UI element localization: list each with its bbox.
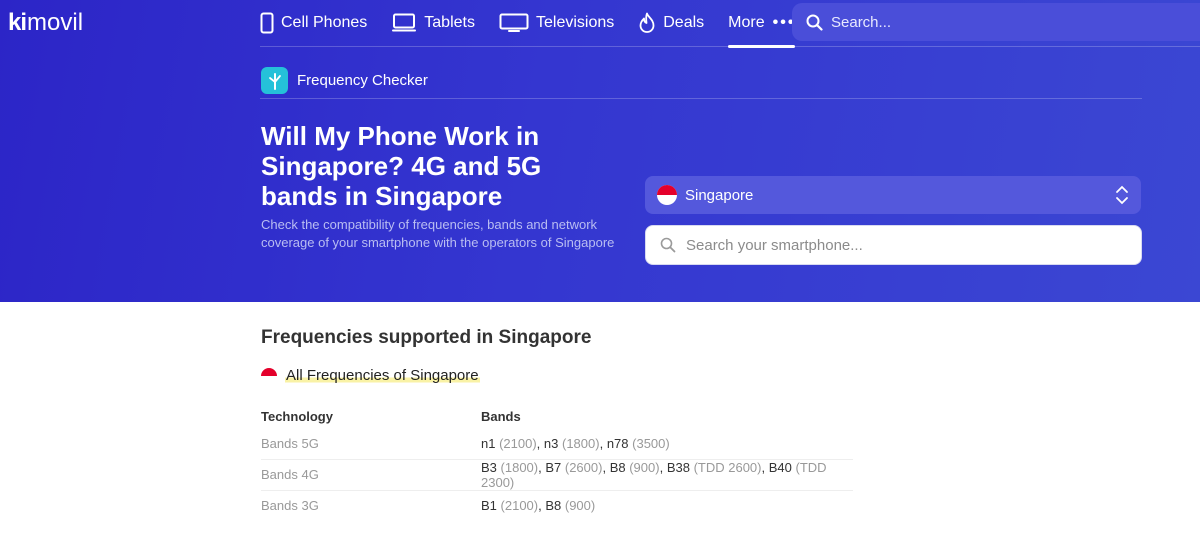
section-label: Frequency Checker <box>297 72 428 89</box>
search-icon <box>660 237 676 253</box>
logo-text: movil <box>27 9 84 36</box>
nav-item-label: Tablets <box>424 14 475 31</box>
tv-icon <box>499 13 529 32</box>
nav-item-label: More <box>728 14 765 31</box>
band-name: B7 <box>545 459 562 475</box>
frequencies-title: Frequencies supported in Singapore <box>261 327 592 348</box>
main-nav: Cell Phones Tablets Televisions Deals Mo… <box>260 0 796 48</box>
chevron-up-down-icon <box>1116 185 1128 205</box>
singapore-flag-icon <box>657 185 677 205</box>
hero-banner: ki movil Cell Phones Tablets Televisions… <box>0 0 1200 302</box>
technology-cell: Bands 3G <box>261 497 319 513</box>
kimovil-logo[interactable]: ki movil <box>8 8 83 38</box>
logo-mark: ki <box>8 9 27 36</box>
all-frequencies-label: All Frequencies of Singapore <box>285 367 480 384</box>
nav-item-more[interactable]: More ••• <box>728 0 796 48</box>
nav-item-televisions[interactable]: Televisions <box>499 0 614 46</box>
band-name: n1 <box>481 436 496 452</box>
smartphone-search[interactable] <box>645 225 1142 265</box>
band-name: B8 <box>545 497 562 513</box>
nav-item-label: Cell Phones <box>281 14 368 31</box>
nav-item-deals[interactable]: Deals <box>638 0 704 46</box>
band-frequency: (2100) <box>499 436 537 452</box>
nav-item-tablets[interactable]: Tablets <box>391 0 475 46</box>
band-name: B1 <box>481 497 497 513</box>
search-icon <box>806 14 823 31</box>
technology-cell: Bands 4G <box>261 459 481 491</box>
band-frequency: (TDD 2600) <box>693 459 762 475</box>
all-frequencies-link[interactable]: All Frequencies of Singapore <box>261 367 480 384</box>
band-frequency: (900) <box>564 497 596 513</box>
bands-cell: B1 (2100), B8 (900) <box>481 497 596 513</box>
flame-icon <box>639 12 655 33</box>
column-header-technology: Technology <box>261 409 333 424</box>
nav-item-label: Televisions <box>535 14 615 31</box>
selected-country: Singapore <box>685 186 754 204</box>
column-header-bands: Bands <box>481 409 521 424</box>
band-frequency: (2100) <box>500 497 539 513</box>
band-frequency: (2600) <box>564 459 603 475</box>
section-divider <box>260 98 1142 99</box>
band-frequency: (1800) <box>562 436 600 452</box>
page-title: Will My Phone Work in Singapore? 4G and … <box>261 121 542 211</box>
phone-icon <box>260 12 274 34</box>
band-frequency: (900) <box>629 459 660 475</box>
frequency-table: Technology Bands Bands 5G n1 (2100), n3 (… <box>261 407 853 520</box>
section-header: Frequency Checker <box>261 67 428 94</box>
smartphone-search-input[interactable] <box>686 236 1106 254</box>
band-frequency: (1800) <box>500 459 539 475</box>
bands-cell: n1 (2100), n3 (1800), n78 (3500) <box>481 429 853 460</box>
band-name: n3 <box>543 436 559 452</box>
technology-cell: Bands 5G <box>261 429 481 460</box>
table-row: Bands 3G B1 (2100), B8 (900) <box>261 490 853 520</box>
page-description: Check the compatibility of frequencies, … <box>261 217 615 250</box>
table-header-row: Technology Bands <box>261 407 853 429</box>
table-row: Bands 4G B3 (1800), B7 (2600), B8 (900), … <box>261 459 853 491</box>
nav-item-cell-phones[interactable]: Cell Phones <box>260 0 367 46</box>
singapore-flag-icon <box>261 367 277 384</box>
country-select[interactable]: Singapore <box>645 176 1141 214</box>
nav-divider <box>260 46 1200 47</box>
band-name: n78 <box>606 436 629 452</box>
frequency-checker-icon <box>261 67 288 94</box>
global-search[interactable] <box>792 3 1200 41</box>
nav-item-label: Deals <box>663 14 705 31</box>
global-search-input[interactable] <box>831 13 1171 31</box>
bands-cell: B3 (1800), B7 (2600), B8 (900), B38 (TDD… <box>481 459 853 491</box>
band-name: B8 <box>609 459 626 475</box>
band-name: B40 <box>768 459 792 475</box>
band-frequency: (3500) <box>632 436 670 452</box>
table-row: Bands 5G n1 (2100), n3 (1800), n78 (3500) <box>261 429 853 460</box>
band-name: B38 <box>666 459 690 475</box>
tablet-icon <box>392 13 417 32</box>
band-name: B3 <box>481 459 497 475</box>
